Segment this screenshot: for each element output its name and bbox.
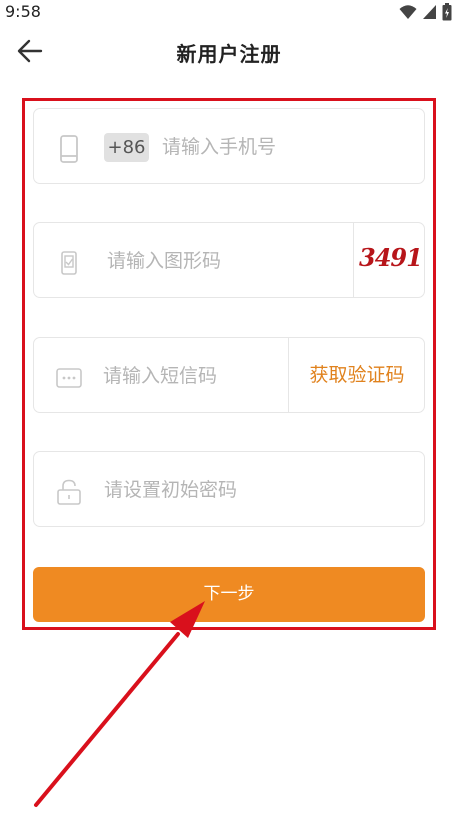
phone-field: +86 bbox=[33, 108, 425, 184]
country-code[interactable]: +86 bbox=[104, 133, 149, 162]
phone-input[interactable] bbox=[162, 131, 402, 163]
captcha-field: 3491 bbox=[33, 222, 425, 298]
captcha-input[interactable] bbox=[107, 245, 347, 277]
sms-code-input[interactable] bbox=[103, 360, 283, 392]
message-icon bbox=[56, 368, 82, 388]
lock-icon bbox=[57, 479, 81, 505]
page-title: 新用户注册 bbox=[176, 42, 282, 66]
password-field bbox=[33, 451, 425, 527]
status-bar: 9:58 bbox=[0, 0, 458, 26]
signal-icon bbox=[423, 5, 436, 19]
sms-field: 获取验证码 bbox=[33, 337, 425, 413]
wifi-icon bbox=[399, 5, 417, 19]
get-code-button[interactable]: 获取验证码 bbox=[289, 338, 425, 412]
phone-icon bbox=[60, 135, 78, 163]
password-input[interactable] bbox=[104, 474, 404, 506]
status-icons bbox=[399, 3, 452, 21]
status-time: 9:58 bbox=[5, 2, 41, 21]
captcha-image[interactable]: 3491 bbox=[353, 223, 424, 297]
captcha-code: 3491 bbox=[359, 243, 423, 272]
header: 新用户注册 bbox=[0, 26, 458, 76]
next-button[interactable]: 下一步 bbox=[33, 567, 425, 622]
battery-icon bbox=[442, 3, 452, 21]
image-code-icon bbox=[61, 251, 77, 275]
